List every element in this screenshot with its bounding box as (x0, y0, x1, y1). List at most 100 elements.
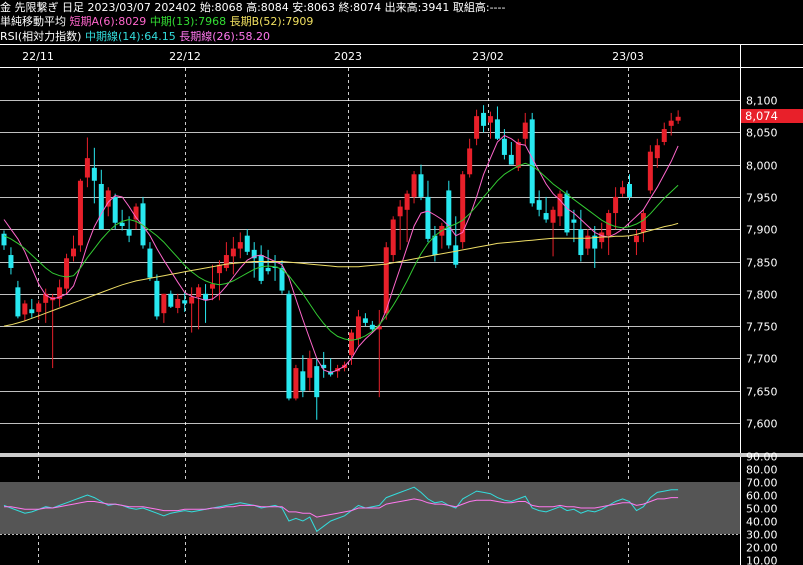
candle-body (300, 371, 306, 391)
price-tick-label: 7,850 (746, 257, 778, 270)
candle-body (91, 167, 97, 181)
ma-long-line (3, 222, 679, 327)
candle-body (15, 287, 21, 317)
candle-body (161, 293, 167, 314)
candle-body (98, 183, 104, 230)
price-tick-label: 7,600 (746, 418, 778, 431)
date-tick-label: 2023 (334, 50, 362, 63)
candle-body (237, 242, 243, 249)
candle-body (488, 116, 493, 123)
candle-body (307, 358, 313, 378)
candle-body (154, 280, 160, 317)
candle-body (355, 316, 361, 340)
candle-body (620, 187, 626, 194)
price-tick-label: 8,100 (746, 95, 778, 108)
candle-body (196, 287, 202, 298)
candle-body (147, 248, 153, 278)
candle-body (369, 324, 375, 330)
candle-body (112, 196, 118, 223)
candle-body (71, 248, 76, 257)
price-tick-label: 7,650 (746, 386, 778, 399)
candle-body (668, 120, 674, 126)
candle-body (453, 245, 459, 265)
rsi-tick-label: 40.00 (746, 516, 778, 529)
candle-body (265, 267, 271, 272)
candle-body (314, 366, 320, 398)
candle-body (182, 300, 188, 304)
candle-body (84, 158, 90, 178)
rsi-tick-label: 10.00 (746, 555, 778, 565)
price-tick-label: 8,000 (746, 160, 778, 173)
candle-body (578, 229, 584, 256)
candle-body (175, 298, 181, 309)
date-tick-label: 23/03 (612, 50, 644, 63)
price-tick-label: 7,750 (746, 321, 778, 334)
candle-body (77, 180, 83, 246)
candle-body (446, 190, 452, 246)
panel-separator (0, 453, 803, 457)
candle-body (411, 174, 417, 197)
candle-body (640, 213, 646, 233)
candle-body (258, 255, 264, 281)
last-price-tag: 8,074 (741, 109, 803, 123)
candle-body (293, 368, 299, 399)
date-tick-label: 22/11 (22, 50, 54, 63)
price-tick-label: 7,900 (746, 224, 778, 237)
candle-body (64, 258, 70, 289)
candle-body (286, 293, 292, 399)
candle-body (654, 145, 660, 159)
candle-body (22, 303, 28, 315)
candle-body (501, 138, 507, 155)
rsi-tick-label: 50.00 (746, 503, 778, 516)
candle-body (390, 219, 396, 256)
candle-body (557, 193, 563, 217)
candle-body (536, 200, 542, 210)
candle-body (522, 122, 528, 139)
price-tick-label: 7,950 (746, 192, 778, 205)
candle-body (36, 303, 42, 312)
candle-body (29, 309, 35, 314)
candle-body (564, 193, 570, 233)
price-tick-label: 7,800 (746, 289, 778, 302)
candle-body (230, 248, 236, 257)
candle-body (432, 235, 438, 256)
candle-body (467, 148, 473, 175)
candle-body (404, 193, 410, 210)
rsi-tick-label: 20.00 (746, 542, 778, 555)
candle-body (119, 222, 125, 226)
candle-body (508, 154, 514, 165)
candle-body (543, 213, 549, 220)
candle-body (349, 332, 354, 356)
date-tick-label: 23/02 (472, 50, 504, 63)
candle-body (474, 116, 480, 139)
candle-body (362, 318, 368, 323)
candle-body (494, 119, 500, 139)
candle-body (8, 255, 14, 268)
candle-body (481, 112, 487, 126)
price-chart[interactable]: 8,100 8,050 8,000 7,950 7,900 7,850 7,800 7,750… (0, 0, 803, 565)
candle-body (223, 255, 229, 268)
candle-body (244, 235, 250, 252)
candle-body (633, 235, 639, 243)
rsi-tick-label: 30.00 (746, 529, 778, 542)
candle-body (418, 174, 424, 197)
rsi-tick-label: 60.00 (746, 490, 778, 503)
candle-body (1, 233, 7, 246)
price-tick-label: 7,700 (746, 353, 778, 366)
candle-body (189, 297, 195, 304)
candle-body (661, 129, 667, 142)
candle-body (210, 284, 215, 289)
candle-body (647, 151, 653, 191)
candle-body (397, 206, 403, 217)
candle-body (168, 293, 174, 307)
ma-mid-line (3, 162, 679, 341)
rsi-tick-label: 70.00 (746, 477, 778, 490)
ma-short-line (3, 134, 679, 374)
rsi-tick-label: 90.00 (746, 451, 778, 464)
price-tick-label: 8,050 (746, 127, 778, 140)
candle-body (613, 196, 619, 214)
candle-body (675, 116, 681, 121)
candle-body (550, 209, 556, 223)
candle-body (627, 183, 632, 197)
candle-body (515, 141, 521, 168)
